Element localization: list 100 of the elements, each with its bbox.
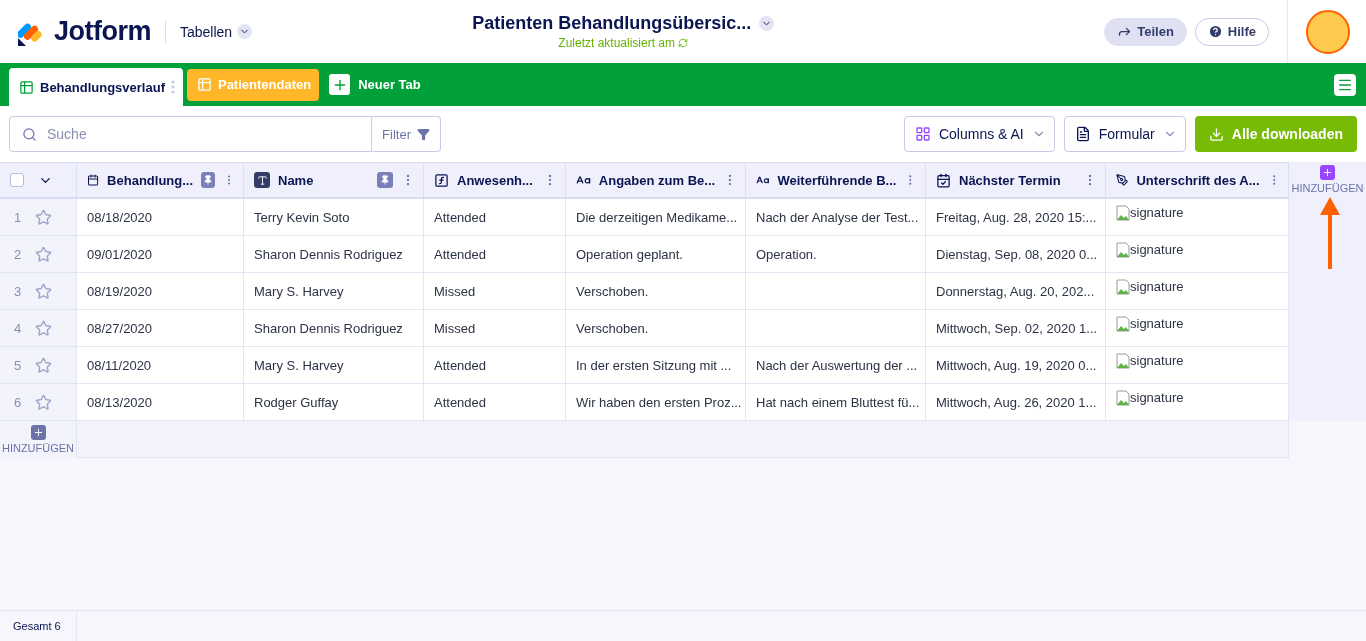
row-number: 5 bbox=[14, 357, 22, 373]
broken-image-icon bbox=[1116, 279, 1130, 295]
table-cell: 08/27/2020 bbox=[77, 310, 244, 347]
broken-image-icon bbox=[1116, 205, 1130, 221]
row-number: 1 bbox=[14, 209, 22, 225]
column-header[interactable]: Weiterführende B... bbox=[746, 162, 926, 199]
table-cell: 08/19/2020 bbox=[77, 273, 244, 310]
table-cell: In der ersten Sitzung mit ... bbox=[566, 347, 746, 384]
arrow-drawing bbox=[1320, 197, 1340, 269]
pin-icon bbox=[377, 172, 393, 188]
column-header[interactable]: Name bbox=[244, 162, 424, 199]
select-all-checkbox[interactable] bbox=[10, 173, 24, 187]
form-button[interactable]: Formular bbox=[1063, 116, 1186, 152]
table-cell: Dienstag, Sep. 08, 2020 0... bbox=[926, 236, 1106, 273]
plus-icon bbox=[30, 425, 46, 440]
table-cell: Mittwoch, Sep. 02, 2020 1... bbox=[926, 310, 1106, 347]
table-cell: Mary S. Harvey bbox=[244, 273, 424, 310]
sheet-tab[interactable]: Behandlungsverlauf bbox=[9, 68, 183, 106]
table-cell: Attended bbox=[424, 199, 566, 236]
star-icon[interactable] bbox=[35, 356, 53, 374]
add-column-button[interactable]: HINZUFÜGEN bbox=[1289, 162, 1366, 421]
filter-button[interactable]: Filter bbox=[372, 116, 441, 152]
image-alt-text: signature bbox=[1130, 316, 1184, 331]
star-icon[interactable] bbox=[35, 393, 53, 411]
image-alt-text: signature bbox=[1130, 353, 1184, 368]
table-cell: Operation. bbox=[746, 236, 926, 273]
logo-text: Jotform bbox=[54, 16, 151, 47]
broken-image-icon bbox=[1116, 353, 1130, 369]
table-cell: 08/11/2020 bbox=[77, 347, 244, 384]
table-cell: Hat nach einem Bluttest fü... bbox=[746, 384, 926, 421]
add-row-button[interactable]: HINZUFÜGEN bbox=[0, 421, 77, 458]
menu-button[interactable] bbox=[1334, 73, 1356, 96]
chevron-icon bbox=[759, 16, 775, 31]
calendar-check-icon bbox=[936, 172, 951, 188]
grid-icon bbox=[19, 79, 34, 95]
table-cell: Attended bbox=[424, 236, 566, 273]
last-updated-text: Zuletzt aktualisiert am bbox=[558, 36, 676, 50]
table-cell: Mittwoch, Aug. 26, 2020 1... bbox=[926, 384, 1106, 421]
star-icon[interactable] bbox=[35, 208, 53, 226]
table-cell: Verschoben. bbox=[566, 310, 746, 347]
table-cell: Sharon Dennis Rodriguez bbox=[244, 236, 424, 273]
document-icon bbox=[1074, 126, 1091, 142]
table-cell: 08/13/2020 bbox=[77, 384, 244, 421]
search-input[interactable]: Suche bbox=[45, 125, 372, 143]
row-number: 4 bbox=[14, 320, 22, 336]
table-cell: Attended bbox=[424, 347, 566, 384]
plus-icon bbox=[329, 74, 351, 95]
broken-image-icon bbox=[1116, 390, 1130, 406]
table-cell: Verschoben. bbox=[566, 273, 746, 310]
column-header[interactable]: Behandlung... bbox=[77, 162, 244, 199]
table-cell: Missed bbox=[424, 310, 566, 347]
table-cell: Nach der Analyse der Test... bbox=[746, 199, 926, 236]
broken-image-icon bbox=[1116, 242, 1130, 258]
star-icon[interactable] bbox=[35, 282, 53, 300]
table-cell: Die derzeitigen Medikame... bbox=[566, 199, 746, 236]
table-cell: Mary S. Harvey bbox=[244, 347, 424, 384]
download-icon bbox=[1208, 126, 1224, 142]
row-number: 3 bbox=[14, 283, 22, 299]
more-icon bbox=[170, 80, 175, 94]
function-icon bbox=[434, 172, 449, 188]
pen-icon bbox=[1116, 173, 1129, 187]
table-cell: Freitag, Aug. 28, 2020 15:... bbox=[926, 199, 1106, 236]
star-icon[interactable] bbox=[35, 319, 53, 337]
grid-icon bbox=[196, 77, 212, 92]
row-number: 6 bbox=[14, 394, 22, 410]
column-header[interactable]: Angaben zum Be... bbox=[566, 162, 746, 199]
table-cell: Mittwoch, Aug. 19, 2020 0... bbox=[926, 347, 1106, 384]
plus-icon bbox=[1320, 165, 1335, 180]
image-alt-text: signature bbox=[1130, 242, 1184, 257]
table-cell: Donnerstag, Aug. 20, 202... bbox=[926, 273, 1106, 310]
column-header[interactable]: Unterschrift des A... bbox=[1106, 162, 1289, 199]
pin-icon bbox=[201, 172, 215, 188]
refresh-icon[interactable] bbox=[678, 38, 689, 48]
table-title[interactable]: Patienten Behandlungsübersic... bbox=[472, 13, 775, 34]
table-cell: Nach der Auswertung der ... bbox=[746, 347, 926, 384]
broken-image-icon bbox=[1116, 316, 1130, 332]
star-icon[interactable] bbox=[35, 245, 53, 263]
help-button[interactable]: Hilfe bbox=[1194, 17, 1269, 46]
table-cell: Attended bbox=[424, 384, 566, 421]
table-cell: 08/18/2020 bbox=[77, 199, 244, 236]
columns-ai-button[interactable]: Columns & AI bbox=[903, 116, 1055, 152]
column-header[interactable]: Anwesenh... bbox=[424, 162, 566, 199]
table-cell: Wir haben den ersten Proz... bbox=[566, 384, 746, 421]
total-count: Gesamt 6 bbox=[0, 611, 77, 641]
table-cell: Sharon Dennis Rodriguez bbox=[244, 310, 424, 347]
column-header[interactable]: Nächster Termin bbox=[926, 162, 1106, 199]
search-icon bbox=[22, 126, 37, 142]
image-alt-text: signature bbox=[1130, 205, 1184, 220]
text-type-icon bbox=[254, 172, 270, 188]
avatar[interactable] bbox=[1306, 9, 1350, 54]
search-field[interactable]: Suche bbox=[9, 116, 373, 152]
share-button[interactable]: Teilen bbox=[1104, 17, 1187, 46]
table-cell: Missed bbox=[424, 273, 566, 310]
calendar-icon bbox=[87, 173, 100, 187]
filter-icon bbox=[417, 127, 430, 141]
app-switcher[interactable]: Tabellen bbox=[180, 23, 253, 40]
table-cell: Terry Kevin Soto bbox=[244, 199, 424, 236]
table-cell: 09/01/2020 bbox=[77, 236, 244, 273]
help-icon bbox=[1207, 24, 1223, 39]
table-cell: Rodger Guffay bbox=[244, 384, 424, 421]
